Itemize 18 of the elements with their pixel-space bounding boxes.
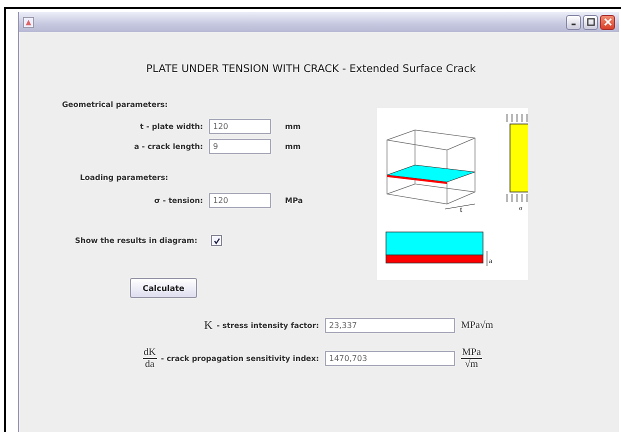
symbol-label: K — [204, 318, 213, 333]
fraction-label: dK da — [142, 347, 157, 370]
close-icon — [604, 18, 612, 26]
checkbox[interactable] — [211, 235, 222, 246]
result-field[interactable]: 23,337 — [325, 318, 455, 333]
maximize-icon — [586, 18, 594, 26]
input-field[interactable]: 120 — [209, 192, 271, 208]
input-field[interactable]: 120 — [209, 118, 271, 134]
heading: PLATE UNDER TENSION WITH CRACK - Extended Surface Crack — [145, 63, 477, 75]
minimize-button[interactable] — [566, 14, 581, 30]
calculate-button[interactable]: Calculate — [130, 278, 197, 298]
close-button[interactable] — [600, 14, 615, 30]
unit-label: MPa√m — [461, 320, 494, 331]
unit-label: MPa √m — [461, 347, 482, 370]
input-field[interactable]: 9 — [209, 138, 271, 154]
app-icon — [23, 16, 34, 28]
result-field[interactable]: 1470,703 — [325, 351, 455, 366]
maximize-button[interactable] — [583, 14, 598, 30]
